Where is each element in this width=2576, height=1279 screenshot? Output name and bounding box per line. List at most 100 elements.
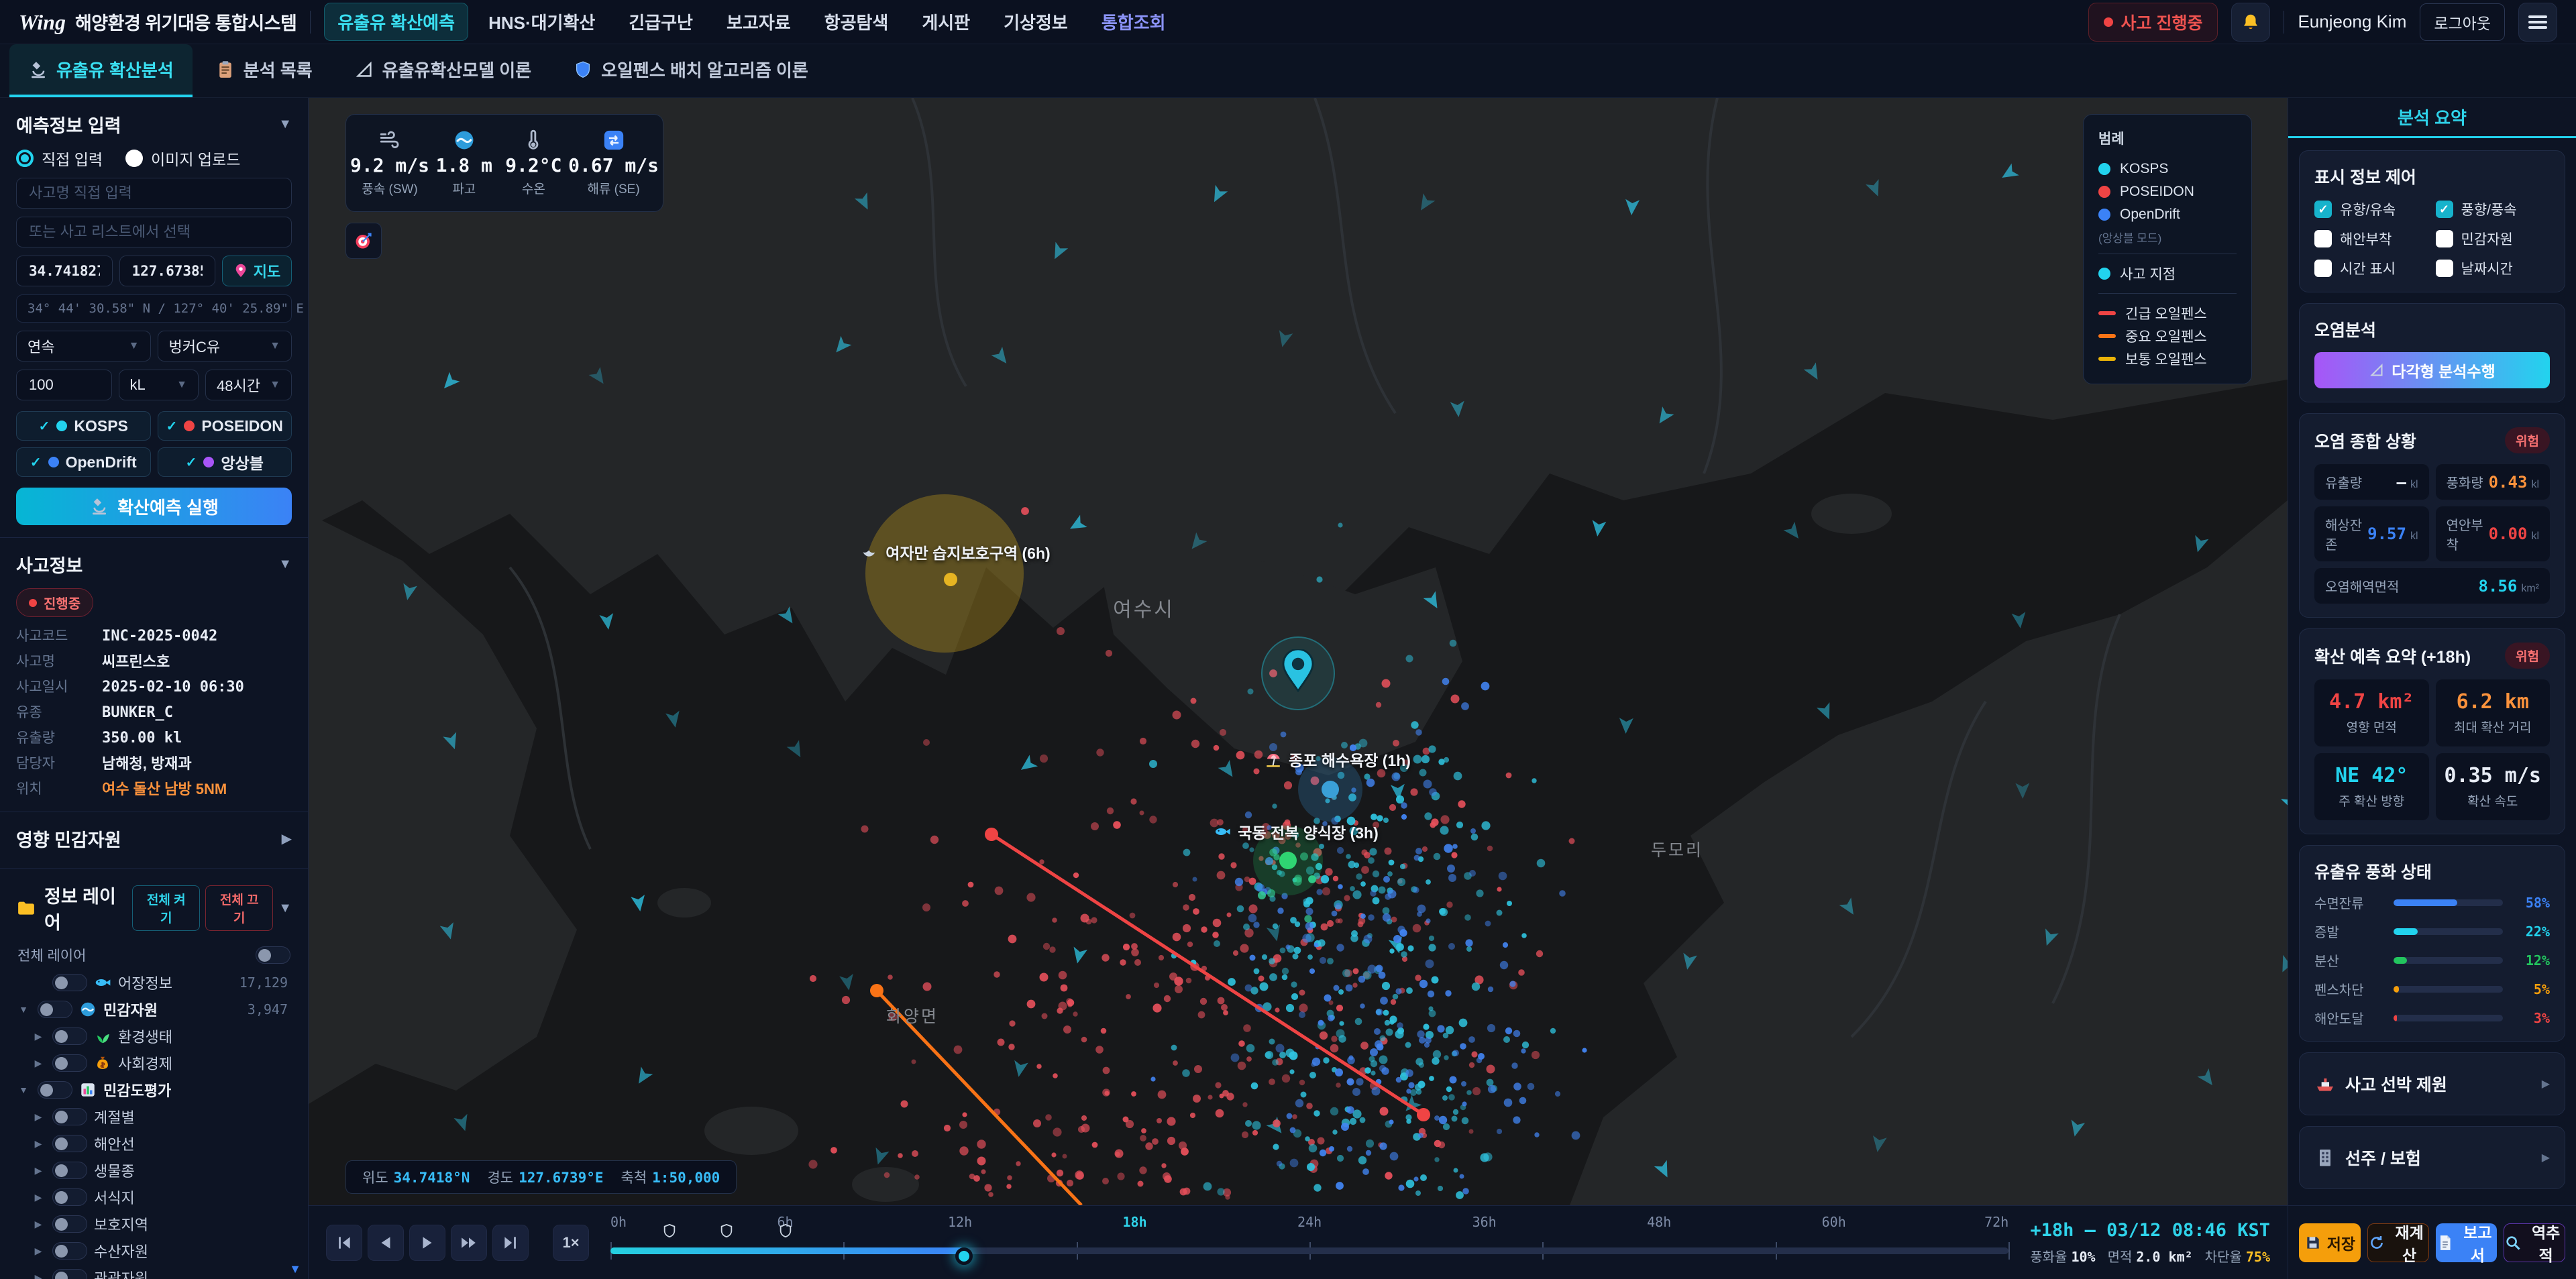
report-button[interactable]: 보고서 (2436, 1223, 2498, 1262)
checkbox-time-display[interactable]: 시간 표시 (2314, 258, 2429, 278)
checkbox-datetime[interactable]: 날짜시간 (2436, 258, 2551, 278)
run-prediction-button[interactable]: 확산예측 실행 (16, 488, 292, 525)
timeline-thumb[interactable] (955, 1247, 973, 1265)
nav-item-reports[interactable]: 보고자료 (713, 3, 804, 41)
layer-toggle[interactable] (52, 1269, 87, 1279)
tab-model-theory[interactable]: 유출유확산모델 이론 (335, 44, 551, 97)
backtrack-button[interactable]: 역추적 (2504, 1223, 2565, 1262)
owner-insurance-card[interactable]: 선주 / 보험 ▶ (2299, 1126, 2565, 1189)
incident-list-input[interactable] (16, 217, 292, 247)
recenter-target-button[interactable] (345, 223, 382, 259)
skip-to-start-button[interactable] (326, 1225, 362, 1261)
tree-expand-icon[interactable]: ▶ (31, 1272, 46, 1279)
tree-expand-icon[interactable]: ▼ (16, 1085, 31, 1095)
all-layers-on-button[interactable]: 전체 켜기 (132, 885, 200, 931)
nav-item-rescue[interactable]: 긴급구난 (615, 3, 706, 41)
save-button[interactable]: 저장 (2299, 1223, 2361, 1262)
playback-speed-button[interactable]: 1× (553, 1225, 589, 1261)
nav-item-aerial-search[interactable]: 항공탐색 (811, 3, 902, 41)
vessel-spec-card[interactable]: 사고 선박 제원 ▶ (2299, 1052, 2565, 1115)
nav-item-integrated-query[interactable]: 통합조회 (1088, 3, 1179, 41)
prediction-input-header[interactable]: 예측정보 입력 ▼ (16, 107, 292, 142)
radio-direct-input[interactable]: 직접 입력 (16, 147, 103, 170)
accident-info-header[interactable]: 사고정보 ▼ (16, 547, 292, 581)
logout-button[interactable]: 로그아웃 (2420, 3, 2505, 41)
radio-image-upload[interactable]: 이미지 업로드 (125, 147, 240, 170)
in-progress-badge: 진행중 (16, 588, 93, 617)
incident-name-input[interactable] (16, 178, 292, 209)
tab-analysis-list[interactable]: 분석 목록 (197, 44, 331, 97)
tab-oilfence-theory[interactable]: 오일펜스 배치 알고리즘 이론 (554, 44, 827, 97)
model-chip-ensemble[interactable]: ✓ 앙상블 (158, 447, 292, 477)
checkbox-current-dir[interactable]: 유향/유속 (2314, 199, 2429, 219)
moneybag-icon (94, 1054, 111, 1072)
layer-toggle[interactable] (38, 1001, 72, 1018)
beach-umbrella-icon (1265, 750, 1282, 768)
weathering-bar: 해안도달3% (2314, 1008, 2550, 1027)
pick-on-map-button[interactable]: 지도 (222, 256, 292, 286)
longitude-input[interactable] (119, 256, 216, 286)
layer-toggle[interactable] (52, 1027, 87, 1045)
layer-toggle[interactable] (52, 974, 87, 991)
layer-toggle[interactable] (52, 1215, 87, 1233)
oil-type-select[interactable]: 벙커C유▼ (158, 331, 292, 362)
checkbox-sensitive-resources[interactable]: 민감자원 (2436, 229, 2551, 249)
nav-item-oil-spill-forecast[interactable]: 유출유 확산예측 (324, 3, 468, 41)
tree-expand-icon[interactable]: ▶ (31, 1111, 46, 1123)
amount-input[interactable] (16, 370, 112, 400)
herb-icon (94, 1027, 111, 1045)
scroll-down-indicator[interactable]: ▼ (289, 1262, 301, 1276)
tab-diffusion-analysis[interactable]: 유출유 확산분석 (9, 44, 193, 97)
unit-select[interactable]: kL▼ (119, 370, 199, 400)
model-dot-icon (203, 457, 214, 467)
tree-expand-icon[interactable]: ▶ (31, 1219, 46, 1230)
all-layers-off-button[interactable]: 전체 끄기 (205, 885, 273, 931)
notifications-button[interactable] (2231, 3, 2270, 42)
tree-expand-icon[interactable]: ▶ (31, 1031, 46, 1042)
nav-item-board[interactable]: 게시판 (908, 3, 983, 41)
layer-toggle[interactable] (52, 1135, 87, 1152)
model-chip-poseidon[interactable]: ✓ POSEIDON (158, 411, 292, 441)
layer-row: ▶사회경제 (16, 1050, 292, 1076)
impacted-resources-header[interactable]: 영향 민감자원 ▶ (16, 822, 292, 856)
layer-toggle[interactable] (52, 1162, 87, 1179)
tree-expand-icon[interactable]: ▶ (31, 1058, 46, 1069)
accident-point-marker[interactable] (1281, 649, 1316, 696)
checkbox-shore-attach[interactable]: 해안부착 (2314, 229, 2429, 249)
layer-toggle[interactable] (52, 1242, 87, 1260)
timeline-track[interactable] (610, 1247, 2008, 1254)
nav-item-hns[interactable]: HNS·대기확산 (475, 3, 608, 41)
checkbox-wind-dir[interactable]: 풍향/풍속 (2436, 199, 2551, 219)
layer-toggle[interactable] (52, 1108, 87, 1125)
spill-type-select[interactable]: 연속▼ (16, 331, 151, 362)
tree-expand-icon[interactable]: ▶ (31, 1245, 46, 1257)
fast-forward-button[interactable] (451, 1225, 487, 1261)
play-button[interactable] (409, 1225, 445, 1261)
step-back-button[interactable] (368, 1225, 404, 1261)
tree-expand-icon[interactable]: ▶ (31, 1165, 46, 1176)
model-chip-kosps[interactable]: ✓ KOSPS (16, 411, 151, 441)
duration-select[interactable]: 48시간▼ (205, 370, 292, 400)
model-chip-opendrift[interactable]: ✓ OpenDrift (16, 447, 151, 477)
red-dot-icon (2104, 17, 2113, 27)
chevron-down-icon: ▼ (278, 901, 292, 916)
weather-current: 0.67 m/s 해류 (SE) (568, 129, 659, 197)
map-canvas[interactable]: 9.2 m/s 풍속 (SW) 1.8 m 파고 9.2°C 수온 (309, 98, 2288, 1205)
recalculate-button[interactable]: 재계산 (2367, 1223, 2429, 1262)
menu-button[interactable] (2518, 3, 2557, 42)
skip-to-end-button[interactable] (492, 1225, 529, 1261)
polygon-analysis-button[interactable]: 다각형 분석수행 (2314, 352, 2550, 388)
timeline-slider[interactable]: 0h6h12h18h24h36h48h60h72h (604, 1206, 2015, 1279)
master-layer-toggle[interactable] (256, 946, 290, 964)
layer-toggle[interactable] (52, 1054, 87, 1072)
layer-toggle[interactable] (38, 1081, 72, 1099)
tree-expand-icon[interactable]: ▶ (31, 1192, 46, 1203)
tree-expand-icon[interactable]: ▶ (31, 1138, 46, 1150)
nav-item-weather[interactable]: 기상정보 (990, 3, 1081, 41)
latitude-input[interactable] (16, 256, 113, 286)
tree-expand-icon[interactable]: ▼ (16, 1004, 31, 1015)
weathering-bar: 수면잔류58% (2314, 893, 2550, 912)
timeline-labels: 0h6h12h18h24h36h48h60h72h (610, 1214, 2008, 1231)
layer-toggle[interactable] (52, 1188, 87, 1206)
info-layers-header[interactable]: 정보 레이어 전체 켜기 전체 끄기 ▼ (16, 878, 292, 938)
